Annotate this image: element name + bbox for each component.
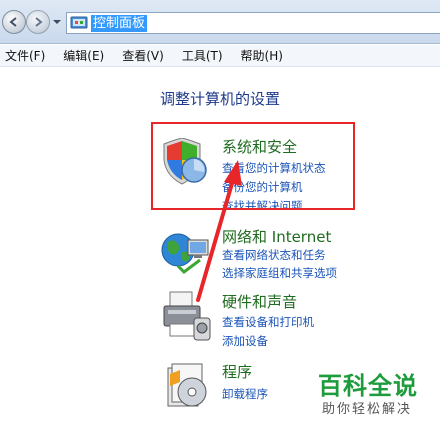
link-network-status[interactable]: 查看网络状态和任务 xyxy=(222,247,326,263)
menu-bar: 文件(F) 编辑(E) 查看(V) 工具(T) 帮助(H) xyxy=(0,45,440,67)
address-path: 控制面板 xyxy=(91,14,148,32)
link-homegroup-sharing[interactable]: 选择家庭组和共享选项 xyxy=(222,265,337,281)
watermark-title: 百科全说 xyxy=(318,372,418,400)
arrow-right-icon xyxy=(35,17,43,27)
highlight-box xyxy=(151,122,355,210)
menu-tools[interactable]: 工具(T) xyxy=(182,47,223,64)
recent-pages-chevron-down-icon[interactable] xyxy=(52,18,62,26)
category-network-internet[interactable]: 网络和 Internet xyxy=(222,226,331,247)
watermark-subtitle: 助你轻松解决 xyxy=(322,402,413,417)
category-hardware-sound[interactable]: 硬件和声音 xyxy=(222,291,297,312)
arrow-left-icon xyxy=(9,17,17,27)
network-globe-icon xyxy=(161,233,209,274)
page-title: 调整计算机的设置 xyxy=(160,90,281,108)
back-button[interactable] xyxy=(2,10,26,34)
category-programs[interactable]: 程序 xyxy=(222,361,252,382)
link-uninstall-program[interactable]: 卸载程序 xyxy=(222,386,268,402)
menu-file[interactable]: 文件(F) xyxy=(5,47,45,64)
menu-view[interactable]: 查看(V) xyxy=(122,47,164,64)
link-devices-printers[interactable]: 查看设备和打印机 xyxy=(222,314,314,330)
navigation-bar: 控制面板 xyxy=(0,0,440,44)
menu-edit[interactable]: 编辑(E) xyxy=(63,47,104,64)
programs-icon xyxy=(167,363,207,407)
control-panel-icon xyxy=(70,16,88,29)
printer-icon xyxy=(163,291,211,341)
address-bar[interactable]: 控制面板 xyxy=(66,12,440,34)
forward-button[interactable] xyxy=(26,10,50,34)
menu-help[interactable]: 帮助(H) xyxy=(241,47,283,64)
link-add-device[interactable]: 添加设备 xyxy=(222,333,268,349)
